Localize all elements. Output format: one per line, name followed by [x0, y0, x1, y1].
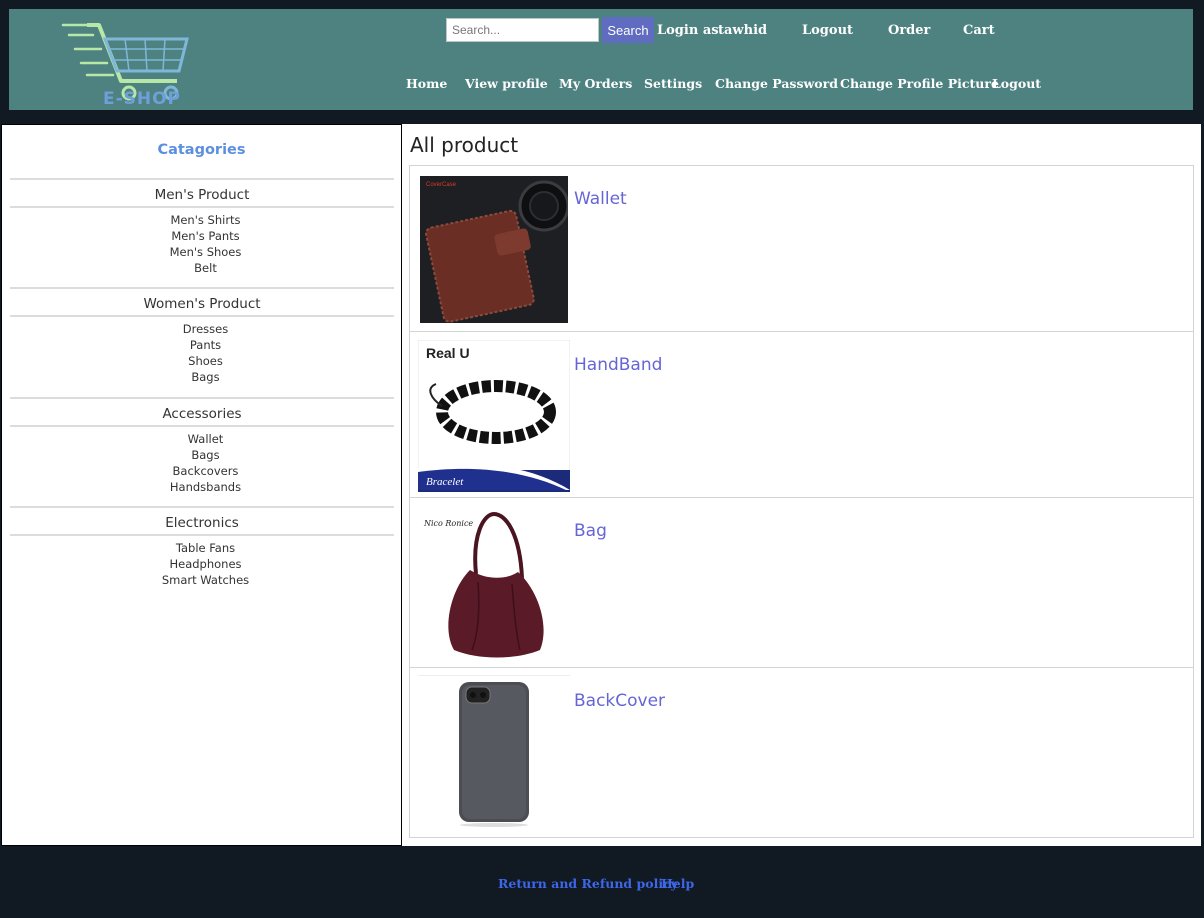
search-button[interactable]: Search [602, 17, 654, 43]
search-input[interactable] [446, 18, 599, 42]
product-image-wallet[interactable]: CoverCase [420, 176, 570, 323]
wallet-image-brand: CoverCase [426, 182, 457, 188]
category-item-handsbands[interactable]: Handsbands [17, 479, 394, 495]
category-group-electronics: Electronics Table Fans Headphones Smart … [10, 506, 394, 588]
category-item-belt[interactable]: Belt [17, 260, 394, 276]
category-heading: Electronics [10, 506, 394, 536]
bracelet-image-label: Bracelet [426, 476, 464, 488]
order-link[interactable]: Order [888, 23, 930, 38]
product-list: CoverCase Wallet Real U Bracelet HandBan… [409, 165, 1194, 838]
product-row: Nico Ronice Bag [410, 498, 1193, 668]
category-item-mens-shoes[interactable]: Men's Shoes [17, 244, 394, 260]
nav-home[interactable]: Home [406, 76, 447, 91]
nav-view-profile[interactable]: View profile [465, 76, 548, 91]
product-link-bag[interactable]: Bag [574, 521, 607, 541]
category-item-headphones[interactable]: Headphones [17, 556, 394, 572]
username: tawhid [718, 23, 768, 38]
cart-link[interactable]: Cart [963, 23, 995, 38]
nav-change-profile-picture[interactable]: Change Profile Picture [840, 76, 999, 91]
nav-my-orders[interactable]: My Orders [559, 76, 632, 91]
categories-sidebar: Catagories Men's Product Men's Shirts Me… [1, 124, 402, 846]
login-as-label: Login as [657, 23, 719, 38]
product-row: CoverCase Wallet [410, 166, 1193, 332]
category-item-bags[interactable]: Bags [17, 369, 394, 385]
header: E-SHOP Search Login as tawhid Logout Ord… [9, 9, 1193, 110]
category-group-mens: Men's Product Men's Shirts Men's Pants M… [10, 178, 394, 276]
category-item-backcovers[interactable]: Backcovers [17, 463, 394, 479]
category-item-dresses[interactable]: Dresses [17, 321, 394, 337]
product-image-bag[interactable]: Nico Ronice [420, 510, 570, 660]
product-row: Real U Bracelet HandBand [410, 332, 1193, 498]
category-item-mens-pants[interactable]: Men's Pants [17, 228, 394, 244]
logout-link-top[interactable]: Logout [802, 23, 853, 38]
category-item-bags[interactable]: Bags [17, 447, 394, 463]
nav-settings[interactable]: Settings [644, 76, 702, 91]
category-group-womens: Women's Product Dresses Pants Shoes Bags [10, 287, 394, 385]
backcover-image [418, 675, 570, 830]
main-content: All product CoverCase Wallet Real U Brac… [402, 124, 1201, 846]
category-item-shoes[interactable]: Shoes [17, 353, 394, 369]
category-heading: Men's Product [10, 178, 394, 208]
wallet-image: CoverCase [420, 176, 570, 323]
category-item-wallet[interactable]: Wallet [17, 431, 394, 447]
category-heading: Women's Product [10, 287, 394, 317]
logo-text: E-SHOP [102, 89, 182, 109]
product-link-wallet[interactable]: Wallet [574, 189, 627, 209]
category-group-accessories: Accessories Wallet Bags Backcovers Hands… [10, 397, 394, 495]
category-item-smart-watches[interactable]: Smart Watches [17, 572, 394, 588]
product-image-backcover[interactable] [418, 675, 570, 830]
return-refund-policy-link[interactable]: Return and Refund policy [498, 876, 678, 891]
categories-title: Catagories [157, 142, 246, 158]
category-item-table-fans[interactable]: Table Fans [17, 540, 394, 556]
nav-change-password[interactable]: Change Password [715, 76, 838, 91]
product-image-handband[interactable]: Real U Bracelet [417, 339, 571, 493]
page-title: All product [410, 133, 519, 157]
bracelet-image: Real U Bracelet [417, 339, 571, 493]
product-link-handband[interactable]: HandBand [574, 355, 662, 375]
help-link[interactable]: Help [661, 876, 694, 891]
nav-logout[interactable]: Logout [992, 76, 1041, 91]
footer: Return and Refund policy Help [0, 846, 1204, 918]
bag-image-brand: Nico Ronice [423, 519, 473, 528]
product-link-backcover[interactable]: BackCover [574, 691, 665, 711]
bag-image: Nico Ronice [420, 510, 570, 660]
category-item-pants[interactable]: Pants [17, 337, 394, 353]
category-heading: Accessories [10, 397, 394, 427]
bracelet-image-caption: Real U [426, 345, 470, 361]
product-row: BackCover [410, 668, 1193, 839]
category-item-mens-shirts[interactable]: Men's Shirts [17, 212, 394, 228]
